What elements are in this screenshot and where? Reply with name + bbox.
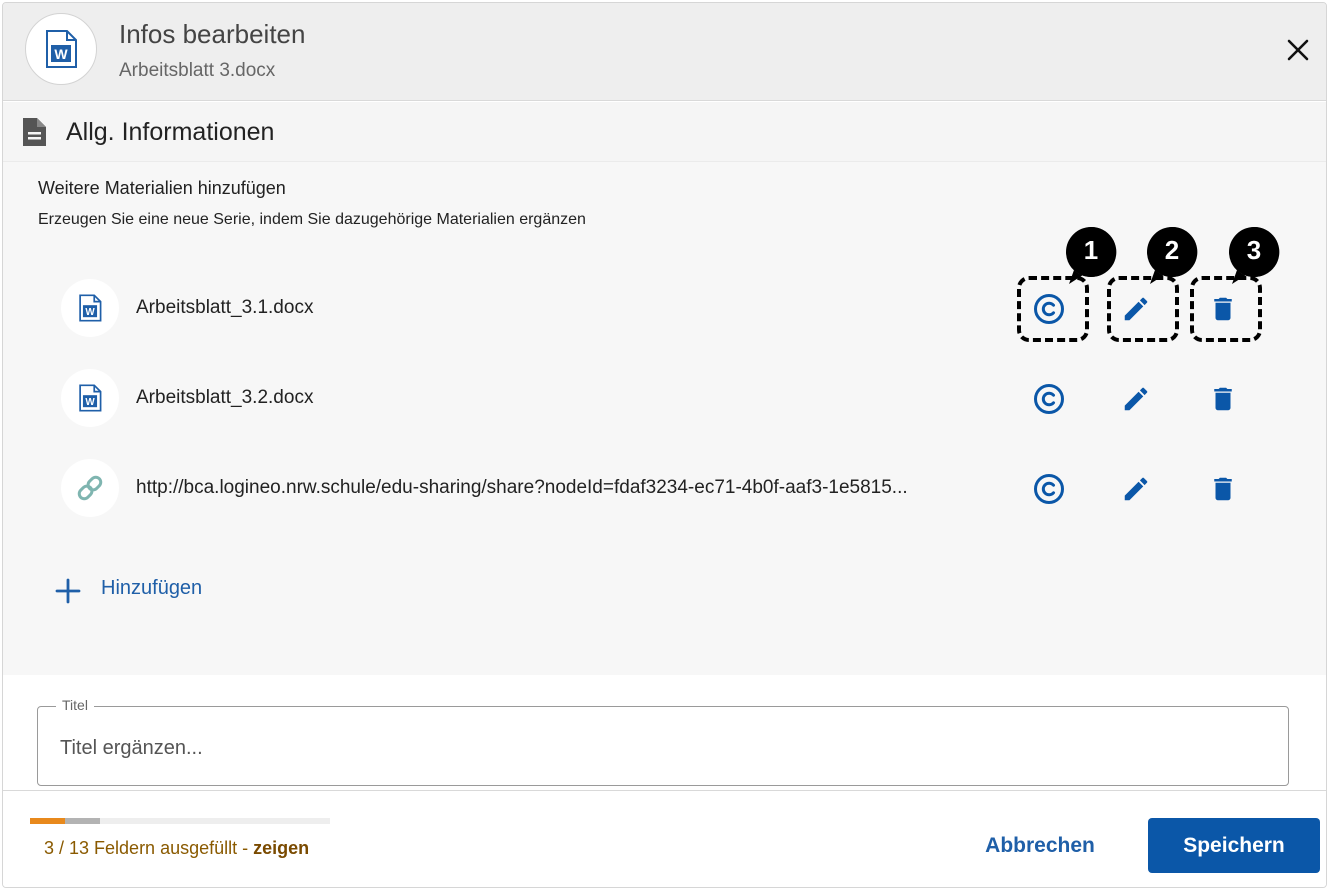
list-item: W Arbeitsblatt_3.2.docx xyxy=(3,369,1326,429)
delete-icon xyxy=(1214,477,1232,501)
title-input[interactable] xyxy=(60,733,1260,763)
edit-icon xyxy=(1124,477,1148,501)
general-info-section: Allg. Informationen Weitere Materialien … xyxy=(3,102,1326,675)
close-button[interactable] xyxy=(1283,35,1313,65)
dialog-footer: 3 / 13 Feldern ausgefüllt - zeigen Abbre… xyxy=(3,790,1326,887)
materials-heading: Weitere Materialien hinzufügen xyxy=(38,178,286,198)
delete-button[interactable] xyxy=(1206,472,1240,506)
progress-fill-secondary xyxy=(65,818,100,824)
license-button[interactable] xyxy=(1032,382,1066,416)
delete-icon xyxy=(1214,387,1232,411)
material-label: Arbeitsblatt_3.2.docx xyxy=(136,387,314,408)
save-button[interactable]: Speichern xyxy=(1148,818,1320,873)
progress-fill-filled xyxy=(30,818,65,824)
dialog-header: W Infos bearbeiten Arbeitsblatt 3.docx xyxy=(3,3,1326,101)
cancel-button[interactable]: Abbrechen xyxy=(969,821,1111,871)
word-document-icon: W xyxy=(61,369,119,427)
license-icon xyxy=(1034,384,1064,414)
license-button[interactable] xyxy=(1032,472,1066,506)
word-document-icon: W xyxy=(61,279,119,337)
delete-button[interactable] xyxy=(1206,382,1240,416)
document-icon xyxy=(21,117,47,152)
dialog-title: Infos bearbeiten xyxy=(119,19,306,49)
license-icon xyxy=(1034,474,1064,504)
edit-icon xyxy=(1124,387,1148,411)
material-label: Arbeitsblatt_3.1.docx xyxy=(136,297,314,318)
svg-text:W: W xyxy=(85,307,95,318)
annotation-marker-2: 2 xyxy=(1146,226,1198,284)
progress-text: 3 / 13 Feldern ausgefüllt - xyxy=(44,838,254,858)
progress-bar xyxy=(30,818,330,824)
svg-text:W: W xyxy=(54,46,68,62)
list-item: http://bca.logineo.nrw.schule/edu-sharin… xyxy=(3,459,1326,519)
dialog-subtitle: Arbeitsblatt 3.docx xyxy=(119,60,276,81)
plus-icon xyxy=(55,578,81,604)
word-document-icon: W xyxy=(25,13,97,85)
show-fields-link[interactable]: zeigen xyxy=(253,838,309,858)
section-header: Allg. Informationen xyxy=(3,102,1326,162)
edit-info-dialog: W Infos bearbeiten Arbeitsblatt 3.docx A… xyxy=(2,2,1327,888)
annotation-marker-1: 1 xyxy=(1065,226,1117,284)
section-title: Allg. Informationen xyxy=(66,118,275,146)
progress-status: 3 / 13 Feldern ausgefüllt - zeigen xyxy=(44,838,309,859)
link-icon xyxy=(61,459,119,517)
title-field-label: Titel xyxy=(56,697,94,713)
add-label: Hinzufügen xyxy=(101,577,203,599)
title-field: Titel xyxy=(37,697,1289,786)
materials-description: Erzeugen Sie eine neue Serie, indem Sie … xyxy=(38,211,586,228)
svg-text:W: W xyxy=(85,397,95,408)
edit-button[interactable] xyxy=(1119,472,1153,506)
annotation-marker-3: 3 xyxy=(1228,226,1280,284)
close-icon xyxy=(1287,39,1309,61)
edit-button[interactable] xyxy=(1119,382,1153,416)
material-label: http://bca.logineo.nrw.schule/edu-sharin… xyxy=(136,477,908,498)
